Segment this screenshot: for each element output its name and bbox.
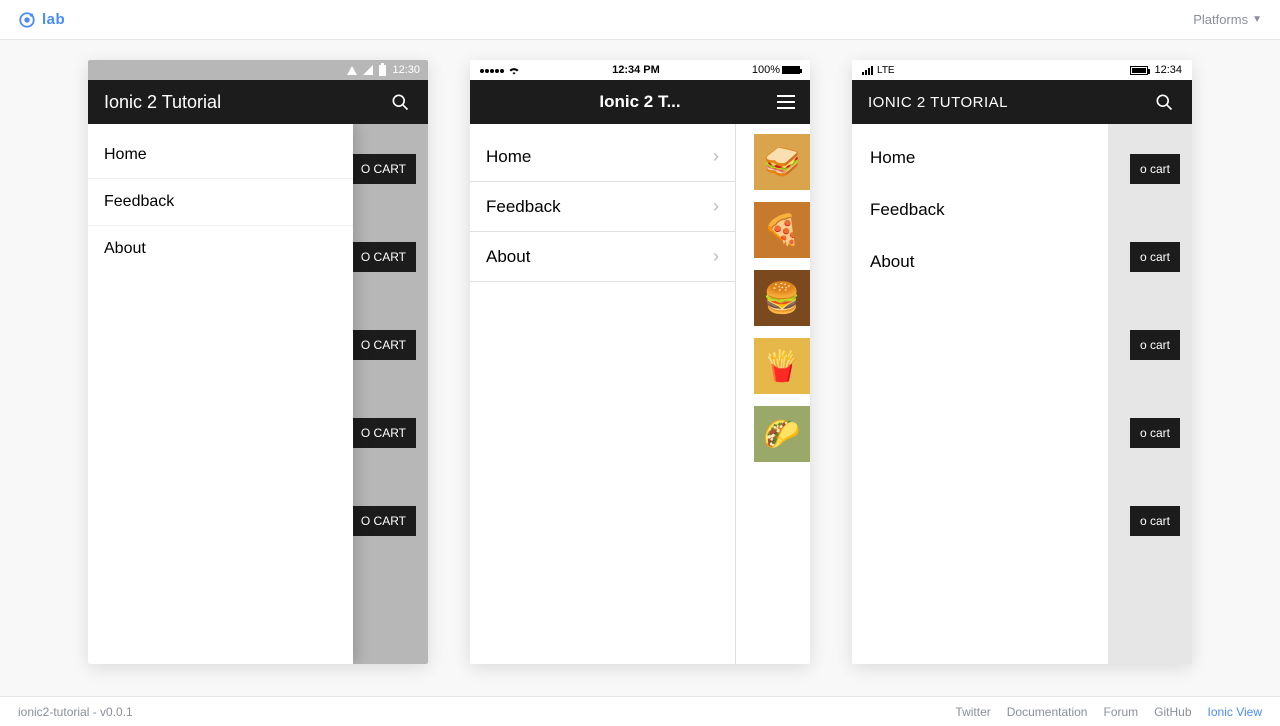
menu-item-about[interactable]: About (88, 226, 353, 272)
battery-percent: 100% (752, 64, 780, 76)
menu-list: Home Feedback About (852, 128, 1108, 292)
page-title: Ionic 2 T... (599, 92, 680, 112)
body-wp: o cart o cart o cart o cart o cart Home … (852, 124, 1192, 664)
footer-link-documentation[interactable]: Documentation (1007, 705, 1088, 719)
battery-icon (379, 65, 386, 76)
lab-logo: lab (18, 11, 65, 29)
menu-list: Home › Feedback › About › (470, 128, 735, 286)
menu-toggle-button[interactable] (772, 88, 800, 116)
status-left (480, 64, 520, 76)
sandwich-thumb[interactable]: 🥪 (754, 134, 810, 190)
app-header-ios: Ionic 2 T... (470, 80, 810, 124)
add-to-cart-button[interactable]: O CART (351, 154, 416, 184)
menu-item-feedback[interactable]: Feedback › (470, 182, 735, 232)
tacos-thumb[interactable]: 🌮 (754, 406, 810, 462)
lab-footer: ionic2-tutorial - v0.0.1 Twitter Documen… (0, 696, 1280, 726)
clock: 12:30 (392, 64, 420, 76)
menu-item-feedback[interactable]: Feedback (852, 184, 1108, 236)
chevron-right-icon: › (713, 146, 719, 167)
status-right: 100% (752, 64, 800, 76)
menu-item-label: Home (486, 147, 531, 167)
battery-icon (782, 66, 800, 74)
menu-item-label: About (104, 240, 146, 258)
brand-text: lab (42, 11, 65, 28)
device-android: 12:30 Ionic 2 Tutorial O CART O CART O C… (88, 60, 428, 664)
add-to-cart-button[interactable]: o cart (1130, 154, 1180, 184)
device-ios: 12:34 PM 100% Ionic 2 T... 🥪 🍕 🍔 🍟 🌮 (470, 60, 810, 664)
caret-down-icon: ▼ (1252, 14, 1262, 25)
chevron-right-icon: › (713, 246, 719, 267)
wifi-icon (508, 65, 520, 75)
side-menu: Home Feedback About (852, 124, 1108, 664)
body-android: O CART O CART O CART O CART O CART Home … (88, 124, 428, 664)
platforms-label: Platforms (1193, 12, 1248, 27)
menu-item-home[interactable]: Home (852, 132, 1108, 184)
menu-item-about[interactable]: About › (470, 232, 735, 282)
clock: 12:34 PM (612, 64, 660, 76)
cart-button-list: O CART O CART O CART O CART O CART (351, 154, 416, 536)
food-list: 🥪 🍕 🍔 🍟 🌮 (754, 134, 810, 462)
add-to-cart-button[interactable]: o cart (1130, 418, 1180, 448)
clock: 12:34 (1154, 64, 1182, 76)
cart-button-list: o cart o cart o cart o cart o cart (1130, 154, 1180, 536)
status-right: 12:34 (1130, 64, 1182, 76)
menu-item-label: Home (870, 148, 915, 168)
footer-links: Twitter Documentation Forum GitHub Ionic… (955, 705, 1262, 719)
add-to-cart-button[interactable]: O CART (351, 330, 416, 360)
statusbar-wp: LTE 12:34 (852, 60, 1192, 80)
menu-item-about[interactable]: About (852, 236, 1108, 288)
chevron-right-icon: › (713, 196, 719, 217)
carrier-dots-icon (480, 64, 505, 76)
search-button[interactable] (386, 88, 414, 116)
footer-link-github[interactable]: GitHub (1154, 705, 1191, 719)
side-menu: Home › Feedback › About › (470, 124, 736, 664)
add-to-cart-button[interactable]: o cart (1130, 506, 1180, 536)
device-stage: 12:30 Ionic 2 Tutorial O CART O CART O C… (0, 40, 1280, 696)
search-icon (1154, 92, 1174, 112)
menu-item-label: About (486, 247, 530, 267)
platforms-dropdown[interactable]: Platforms ▼ (1193, 12, 1262, 27)
menu-item-label: Feedback (486, 197, 561, 217)
pizza-thumb[interactable]: 🍕 (754, 202, 810, 258)
menu-item-label: Feedback (104, 193, 174, 211)
statusbar-android: 12:30 (88, 60, 428, 80)
network-label: LTE (877, 65, 895, 76)
body-ios: 🥪 🍕 🍔 🍟 🌮 Home › Feedback › About › (470, 124, 810, 664)
signal-icon (363, 65, 373, 75)
ionic-lab-icon (18, 11, 36, 29)
add-to-cart-button[interactable]: o cart (1130, 242, 1180, 272)
menu-item-label: Home (104, 146, 147, 164)
add-to-cart-button[interactable]: O CART (351, 418, 416, 448)
app-header-wp: IONIC 2 TUTORIAL (852, 80, 1192, 124)
footer-link-ionic-view[interactable]: Ionic View (1208, 705, 1262, 719)
page-title: Ionic 2 Tutorial (104, 92, 412, 113)
footer-link-twitter[interactable]: Twitter (955, 705, 990, 719)
device-wp: LTE 12:34 IONIC 2 TUTORIAL o cart o cart… (852, 60, 1192, 664)
status-left: LTE (862, 65, 895, 76)
add-to-cart-button[interactable]: o cart (1130, 330, 1180, 360)
add-to-cart-button[interactable]: O CART (351, 242, 416, 272)
page-title: IONIC 2 TUTORIAL (868, 94, 1176, 111)
statusbar-ios: 12:34 PM 100% (470, 60, 810, 80)
menu-item-label: Feedback (870, 200, 945, 220)
app-header-android: Ionic 2 Tutorial (88, 80, 428, 124)
search-button[interactable] (1150, 88, 1178, 116)
menu-item-home[interactable]: Home (88, 132, 353, 179)
menu-list: Home Feedback About (88, 128, 353, 276)
hamburger-icon (777, 95, 795, 97)
menu-item-label: About (870, 252, 914, 272)
fries-thumb[interactable]: 🍟 (754, 338, 810, 394)
burger-thumb[interactable]: 🍔 (754, 270, 810, 326)
battery-icon (1130, 66, 1148, 75)
side-menu: Home Feedback About (88, 124, 353, 664)
wifi-icon (347, 66, 357, 75)
footer-link-forum[interactable]: Forum (1103, 705, 1138, 719)
menu-item-feedback[interactable]: Feedback (88, 179, 353, 226)
add-to-cart-button[interactable]: O CART (351, 506, 416, 536)
menu-item-home[interactable]: Home › (470, 132, 735, 182)
search-icon (390, 92, 410, 112)
signal-icon (862, 66, 873, 75)
lab-topbar: lab Platforms ▼ (0, 0, 1280, 40)
project-version: ionic2-tutorial - v0.0.1 (18, 705, 133, 719)
